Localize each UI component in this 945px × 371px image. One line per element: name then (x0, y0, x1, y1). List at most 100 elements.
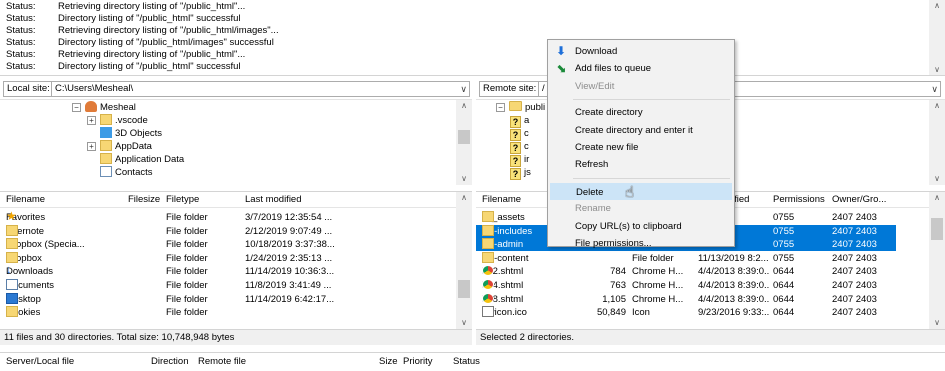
scroll-down-icon[interactable]: ∨ (929, 173, 945, 185)
tree-item[interactable]: ? c (510, 140, 529, 154)
menu-item-download[interactable]: ⬇ Download (550, 43, 732, 60)
expand-icon[interactable]: + (87, 142, 96, 151)
menu-separator (573, 99, 730, 101)
log-text: Directory listing of "/public_html" succ… (58, 61, 241, 72)
local-tree-scrollbar[interactable]: ∧ ∨ (456, 100, 472, 185)
file-row[interactable]: Evernote File folder 2/12/2019 9:07:49 ... (0, 224, 456, 238)
log-label: Status: (6, 49, 36, 60)
tree-item[interactable]: − publi (496, 101, 545, 114)
menu-item-create-directory[interactable]: Create directory (550, 104, 732, 121)
chevron-down-icon[interactable]: ∨ (931, 82, 938, 96)
collapse-icon[interactable]: − (496, 103, 505, 112)
col-filetype[interactable]: Filetype (166, 192, 199, 208)
log-scrollbar[interactable]: ∧ ∨ (929, 0, 945, 75)
menu-item-add-files-to-queue[interactable]: ⬊ Add files to queue (550, 60, 732, 77)
tree-item[interactable]: Contacts (87, 166, 153, 179)
col-permissions[interactable]: Permissions (773, 192, 825, 208)
scroll-thumb[interactable] (931, 218, 943, 240)
file-name-cell: wp-content (482, 251, 592, 265)
remote-path-value: / (542, 83, 545, 94)
file-row[interactable]: favicon.ico 50,849 Icon 9/23/2016 9:33:... 0… (476, 306, 896, 319)
queue-col-server-local-file[interactable]: Server/Local file (6, 356, 74, 367)
scroll-up-icon[interactable]: ∧ (929, 0, 945, 12)
menu-item-copy-url-s-to-clipboard[interactable]: Copy URL(s) to clipboard (550, 218, 732, 235)
file-modified: 4/4/2013 8:39:0... (698, 293, 770, 305)
file-row[interactable]: 504.shtml 763 Chrome H... 4/4/2013 8:39:0..… (476, 279, 896, 292)
scroll-down-icon[interactable]: ∨ (929, 64, 945, 75)
menu-item-create-directory-and-enter-it[interactable]: Create directory and enter it (550, 122, 732, 139)
local-list-scrollbar[interactable]: ∧ ∨ (456, 192, 472, 329)
scroll-down-icon[interactable]: ∨ (929, 317, 945, 329)
remote-list-scrollbar[interactable]: ∧ ∨ (929, 192, 945, 329)
folder-icon (482, 251, 494, 263)
scroll-down-icon[interactable]: ∨ (456, 173, 472, 185)
chevron-down-icon[interactable]: ∨ (460, 82, 467, 96)
tree-item[interactable]: − Mesheal (72, 101, 136, 114)
tree-item[interactable]: ? a (510, 114, 529, 128)
menu-separator (573, 177, 730, 179)
col-filename[interactable]: Filename (6, 192, 45, 208)
scroll-up-icon[interactable]: ∧ (456, 192, 472, 204)
log-label: Status: (6, 37, 36, 48)
mouse-pointer-icon: ☝ (625, 183, 635, 201)
menu-item-rename[interactable]: Rename (550, 200, 732, 217)
scroll-thumb[interactable] (458, 280, 470, 298)
context-menu: ⬇ Download ⬊ Add files to queue View/Edit Cre… (547, 39, 735, 249)
message-log[interactable]: Status: Retrieving directory listing of "… (0, 0, 945, 76)
file-type: File folder (166, 266, 208, 278)
local-site-bar: Local site: C:\Users\Mesheal\ ∨ (0, 80, 472, 98)
file-row[interactable]: Desktop File folder 11/14/2019 6:42:17... (0, 292, 456, 306)
folder-icon (6, 306, 18, 318)
file-row[interactable]: 502.shtml 784 Chrome H... 4/4/2013 8:39:0..… (476, 265, 896, 278)
menu-item-view-edit[interactable]: View/Edit (550, 78, 732, 95)
file-row[interactable]: ★ Favorites File folder 3/7/2019 12:35:54 .… (0, 211, 456, 224)
menu-item-label: Refresh (575, 159, 609, 171)
tree-item[interactable]: ? js (510, 166, 531, 180)
queue-col-remote-file[interactable]: Remote file (198, 356, 246, 367)
menu-item-file-permissions[interactable]: File permissions... (550, 235, 732, 252)
scroll-up-icon[interactable]: ∧ (456, 100, 472, 112)
file-row[interactable]: Cookies File folder (0, 306, 456, 319)
chrome-icon (482, 292, 494, 304)
remote-tree-scrollbar[interactable]: ∧ ∨ (929, 100, 945, 185)
file-size: 784 (610, 266, 626, 278)
queue-col-status[interactable]: Status (453, 356, 480, 367)
tree-item[interactable]: + .vscode (87, 114, 148, 127)
collapse-icon[interactable]: − (72, 103, 81, 112)
tree-item[interactable]: ? c (510, 127, 529, 141)
col-owner-group[interactable]: Owner/Gro... (832, 192, 886, 208)
col-filesize[interactable]: Filesize (128, 192, 160, 208)
menu-item-refresh[interactable]: Refresh (550, 156, 732, 173)
tree-item[interactable]: Application Data (87, 153, 184, 166)
scroll-up-icon[interactable]: ∧ (929, 100, 945, 112)
queue-col-size[interactable]: Size (379, 356, 397, 367)
menu-item-create-new-file[interactable]: Create new file (550, 139, 732, 156)
menu-item-delete[interactable]: Delete ☝ (550, 182, 732, 201)
local-path-combo[interactable]: C:\Users\Mesheal\ ∨ (51, 81, 470, 97)
tree-item[interactable]: + AppData (87, 140, 152, 153)
scroll-thumb[interactable] (458, 130, 470, 144)
file-size: 50,849 (596, 307, 626, 319)
file-row[interactable]: ↓ Downloads File folder 11/14/2019 10:36:3.… (0, 265, 456, 278)
file-row[interactable]: Documents File folder 11/8/2019 3:41:49 ..… (0, 279, 456, 292)
file-row[interactable]: Dropbox File folder 1/24/2019 2:35:13 ... (0, 251, 456, 265)
menu-item-label: Copy URL(s) to clipboard (575, 220, 682, 232)
tree-item[interactable]: ? ir (510, 153, 529, 167)
col-filename[interactable]: Filename (482, 192, 521, 208)
scroll-up-icon[interactable]: ∧ (929, 192, 945, 204)
file-type: File folder (166, 307, 208, 319)
scroll-down-icon[interactable]: ∨ (456, 317, 472, 329)
file-name-cell: Dropbox (6, 251, 124, 265)
queue-col-priority[interactable]: Priority (403, 356, 433, 367)
file-modified: 4/4/2013 8:39:0... (698, 280, 770, 291)
expand-icon[interactable]: + (87, 116, 96, 125)
col-last-modified[interactable]: Last modified (245, 192, 302, 208)
file-type: File folder (166, 212, 208, 223)
tree-item[interactable]: 3D Objects (87, 127, 162, 140)
file-row[interactable]: Dropbox (Specia... File folder 10/18/2019 … (0, 238, 456, 251)
local-directory-tree[interactable]: − Mesheal + .vscode 3D Objects + AppData Applic… (0, 99, 472, 185)
queue-col-direction[interactable]: Direction (151, 356, 189, 367)
file-row[interactable]: wp-content File folder 11/13/2019 8:2... 07… (476, 251, 896, 265)
file-row[interactable]: 508.shtml 1,105 Chrome H... 4/4/2013 8:39:0… (476, 292, 896, 306)
local-file-list[interactable]: Filename Filesize Filetype Last modified… (0, 191, 472, 329)
